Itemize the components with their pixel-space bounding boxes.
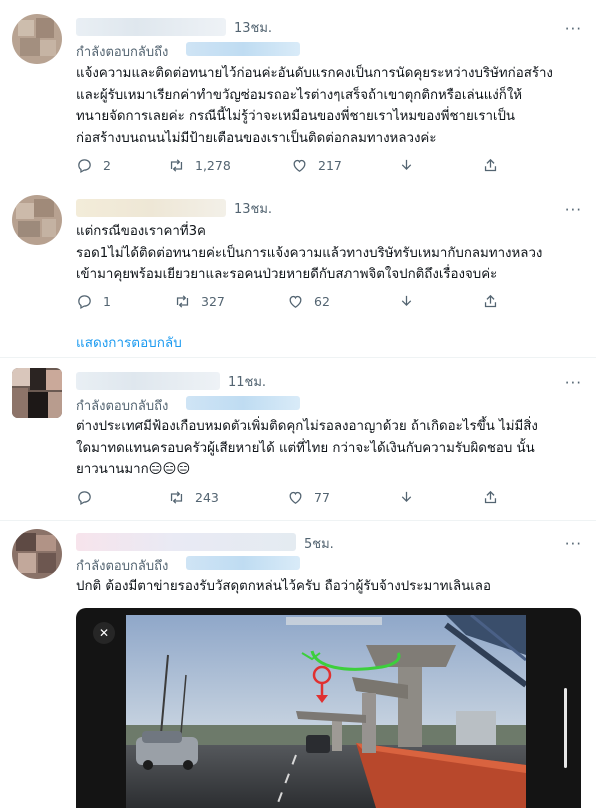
avatar[interactable] <box>12 195 62 245</box>
tweet-time[interactable]: 13ชม. <box>234 198 272 219</box>
more-options-icon[interactable]: ··· <box>565 376 582 391</box>
reply-icon <box>78 490 91 505</box>
avatar[interactable] <box>12 368 62 418</box>
reply-count: 1 <box>103 293 111 309</box>
retweet-button[interactable]: 243 <box>168 487 219 507</box>
retweet-button[interactable]: 1,278 <box>168 155 231 175</box>
share-button[interactable] <box>482 155 499 175</box>
like-icon <box>293 159 306 172</box>
reply-icon <box>78 158 91 173</box>
retweet-icon <box>170 158 183 172</box>
tweet-3: 11ชม. ··· กำลังตอบกลับถึง ต่างประเทศมีฟ้… <box>0 358 596 520</box>
media-attachment[interactable]: ✕ <box>76 608 581 808</box>
avatar[interactable] <box>12 529 62 579</box>
tweet-2: 13ชม. ··· แต่กรณีของเราคาที่3ค รอด1ไม่ได… <box>0 185 596 357</box>
tweet-actions: 243 77 <box>76 487 506 507</box>
close-icon[interactable]: ✕ <box>93 622 115 644</box>
road-construction-photo[interactable] <box>126 615 526 808</box>
retweet-count: 243 <box>195 489 219 505</box>
tweet-actions: 1 327 62 <box>76 291 506 311</box>
replying-to-handle[interactable] <box>186 42 300 56</box>
retweet-icon <box>176 294 189 308</box>
like-count: 217 <box>318 157 342 173</box>
download-button[interactable] <box>398 487 415 507</box>
share-button[interactable] <box>482 487 499 507</box>
author-name[interactable] <box>76 533 296 551</box>
construction-scene-image <box>126 615 526 808</box>
reply-count: 2 <box>103 157 111 173</box>
retweet-count: 1,278 <box>195 157 231 173</box>
like-icon <box>289 295 302 308</box>
tweet-text: แต่กรณีของเราคาที่3ค รอด1ไม่ได้ติดต่อทนา… <box>76 224 543 282</box>
like-count: 77 <box>314 489 330 505</box>
like-count: 62 <box>314 293 330 309</box>
like-button[interactable]: 217 <box>291 155 342 175</box>
tweet-time[interactable]: 13ชม. <box>234 17 272 38</box>
reply-button[interactable]: 2 <box>76 155 111 175</box>
download-icon <box>401 491 412 502</box>
tweet-text: แจ้งความและติดต่อทนายไว้ก่อนค่ะอันดับแรก… <box>76 66 553 146</box>
retweet-button[interactable]: 327 <box>174 291 225 311</box>
download-icon <box>401 159 412 170</box>
more-options-icon[interactable]: ··· <box>565 537 582 552</box>
more-options-icon[interactable]: ··· <box>565 203 582 218</box>
share-icon <box>484 294 497 307</box>
replying-to-label: กำลังตอบกลับถึง <box>76 559 169 574</box>
tweet-time[interactable]: 5ชม. <box>304 533 334 554</box>
download-icon <box>401 295 412 306</box>
download-button[interactable] <box>398 291 415 311</box>
tweet-1: 13ชม. ··· กำลังตอบกลับถึง แจ้งความและติด… <box>0 0 596 185</box>
tweet-text: ต่างประเทศมีฟ้องเกือบหมดตัวเพิ่มติดคุกไม… <box>76 419 538 477</box>
retweet-count: 327 <box>201 293 225 309</box>
share-button[interactable] <box>482 291 499 311</box>
tweet-text: ปกติ ต้องมีตาข่ายรองรับวัสดุตกหล่นไว้ครั… <box>76 579 491 594</box>
avatar[interactable] <box>12 14 62 64</box>
author-name[interactable] <box>76 199 226 217</box>
tweet-actions: 2 1,278 217 <box>76 155 506 175</box>
reply-button[interactable] <box>76 487 93 507</box>
replying-to-label: กำลังตอบกลับถึง <box>76 45 169 60</box>
share-icon <box>484 490 497 503</box>
more-options-icon[interactable]: ··· <box>565 22 582 37</box>
like-icon <box>289 491 302 504</box>
retweet-icon <box>170 490 183 504</box>
author-name[interactable] <box>76 372 220 390</box>
video-scrollbar[interactable] <box>564 688 567 768</box>
author-name[interactable] <box>76 18 226 36</box>
reply-icon <box>78 294 91 309</box>
tweet-time[interactable]: 11ชม. <box>228 371 266 392</box>
like-button[interactable]: 77 <box>287 487 330 507</box>
replying-to-handle[interactable] <box>186 556 300 570</box>
like-button[interactable]: 62 <box>287 291 330 311</box>
share-icon <box>484 158 497 171</box>
replying-to-label: กำลังตอบกลับถึง <box>76 399 169 414</box>
reply-button[interactable]: 1 <box>76 291 111 311</box>
download-button[interactable] <box>398 155 415 175</box>
show-replies-link[interactable]: แสดงการตอบกลับ <box>76 331 182 353</box>
replying-to-handle[interactable] <box>186 396 300 410</box>
